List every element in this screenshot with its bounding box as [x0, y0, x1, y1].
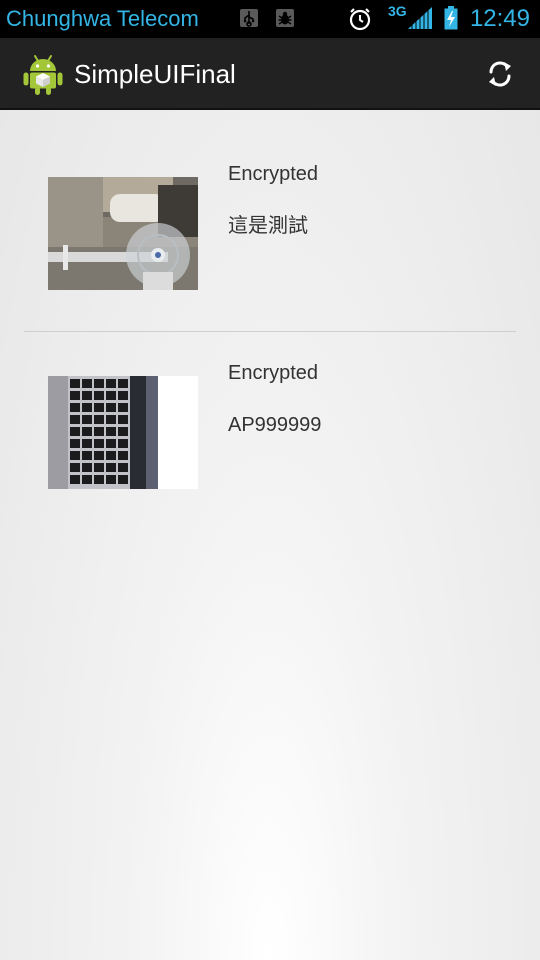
- action-bar: SimpleUIFinal: [0, 38, 540, 110]
- bug-icon: [276, 9, 294, 27]
- refresh-button[interactable]: [484, 58, 516, 90]
- thumbnail-image: [48, 376, 198, 489]
- status-bar: Chunghwa Telecom 3G 12:49: [0, 0, 540, 38]
- carrier-name: Chunghwa Telecom: [6, 6, 199, 31]
- thumbnail-image: [48, 177, 198, 290]
- item-text: 這是測試: [228, 215, 308, 237]
- item-list: Encrypted 這是測試 Encrypted AP999999: [0, 110, 540, 554]
- usb-icon: [240, 9, 258, 27]
- app-title: SimpleUIFinal: [74, 59, 236, 89]
- refresh-icon: [489, 61, 511, 87]
- list-item[interactable]: Encrypted 這是測試: [0, 110, 540, 332]
- alarm-icon: [348, 7, 372, 31]
- battery-charging-icon: [444, 6, 458, 30]
- signal-icon: 3G: [388, 3, 434, 31]
- item-status: Encrypted: [228, 362, 319, 384]
- list-item[interactable]: Encrypted AP999999: [0, 332, 540, 554]
- item-text: AP999999: [228, 414, 322, 436]
- android-icon[interactable]: [22, 52, 64, 96]
- status-clock: 12:49: [469, 5, 530, 32]
- item-status: Encrypted: [228, 163, 319, 185]
